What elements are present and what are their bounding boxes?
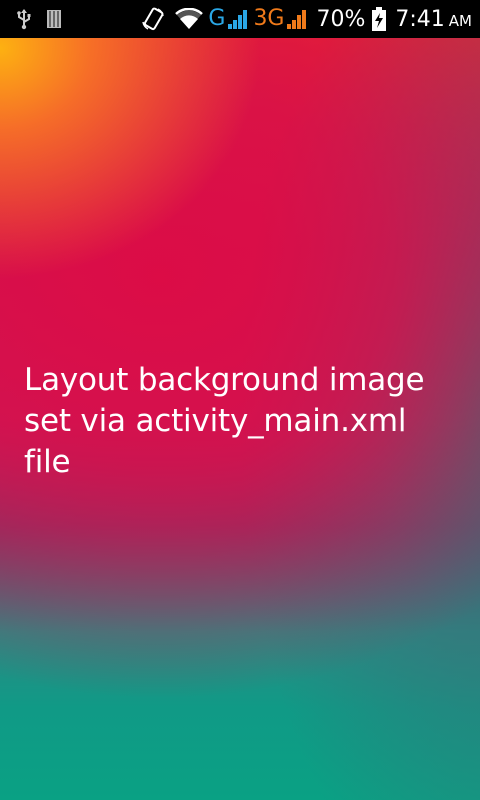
clock-ampm: AM [448, 11, 472, 30]
app-screen: G 3G 70% 7:41 AM Layout background image… [0, 0, 480, 800]
signal-strength-3g-icon [286, 8, 308, 30]
status-clock: 7:41 AM [395, 7, 472, 32]
layout-background: Layout background image set via activity… [0, 38, 480, 800]
usb-icon [16, 8, 32, 30]
rotate-screen-icon [140, 6, 166, 32]
main-text-view: Layout background image set via activity… [24, 362, 425, 480]
status-left-group [16, 8, 76, 30]
network-g-label: G [208, 6, 226, 31]
battery-charging-icon [371, 6, 387, 32]
sd-card-icon [46, 9, 62, 29]
wifi-icon [174, 8, 204, 30]
status-bar: G 3G 70% 7:41 AM [0, 0, 480, 38]
battery-percentage: 70% [316, 6, 366, 32]
network-3g-label: 3G [253, 6, 285, 31]
clock-time: 7:41 [395, 6, 445, 32]
signal-strength-g-icon [227, 8, 249, 30]
status-right-group: G 3G 70% 7:41 AM [136, 6, 472, 32]
